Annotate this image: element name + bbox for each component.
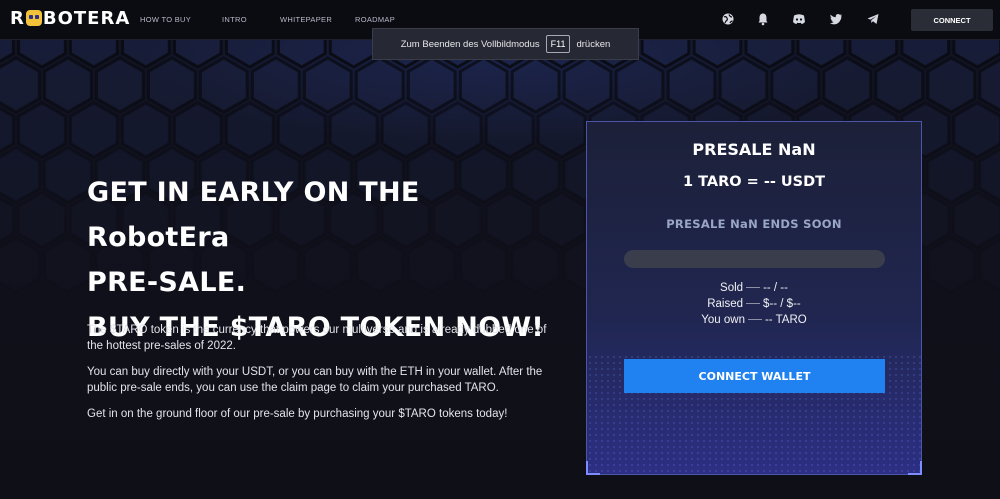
f11-key-badge: F11 — [545, 35, 571, 53]
hex-cell — [926, 236, 977, 294]
fullscreen-exit-tooltip: Zum Beenden des Vollbildmodus F11 drücke… — [372, 28, 639, 60]
tooltip-text-after: drücken — [576, 38, 611, 50]
hex-cell — [822, 56, 873, 114]
hex-cell — [302, 56, 353, 114]
hex-cell — [952, 191, 1000, 249]
presale-progress-bar — [624, 250, 885, 268]
hex-cell — [19, 283, 66, 337]
sold-label: Sold — [720, 282, 744, 294]
hero-paragraph-3: Get in on the ground floor of our pre-sa… — [87, 408, 508, 420]
hex-cell — [354, 56, 405, 114]
presale-ends-text: PRESALE NaN ENDS SOON — [666, 217, 842, 231]
bell-icon[interactable] — [756, 12, 770, 26]
raised-value: $-- / $-- — [763, 298, 801, 310]
hex-cell — [926, 146, 977, 204]
hex-cell — [276, 101, 327, 159]
hex-cell — [978, 148, 1000, 202]
hex-cell — [770, 56, 821, 114]
hero-paragraph-1: The $TARO token is the currency that pow… — [87, 324, 547, 352]
hex-cell — [43, 236, 93, 294]
nav-how-to-buy[interactable]: HOW TO BUY — [140, 15, 191, 24]
hex-cell — [954, 283, 1000, 337]
hero-paragraph-2: You can buy directly with your USDT, or … — [87, 366, 543, 394]
presale-stats: Sold -- / -- Raised $-- / $-- You own -- TA… — [587, 280, 921, 328]
hex-cell — [928, 328, 975, 382]
hex-cell — [0, 283, 13, 337]
hex-cell — [432, 101, 483, 159]
card-corner-left — [586, 461, 600, 475]
raised-label: Raised — [707, 298, 744, 310]
logo-text-left: R — [10, 8, 25, 29]
hex-cell — [173, 101, 223, 159]
twitter-icon[interactable] — [829, 12, 843, 26]
nav-intro[interactable]: INTRO — [222, 15, 247, 24]
hex-cell — [121, 101, 171, 159]
hex-cell — [484, 101, 535, 159]
headline-line-2: PRE-SALE. — [87, 267, 247, 298]
hex-cell — [45, 328, 92, 382]
connect-button[interactable]: CONNECT — [911, 9, 993, 31]
hex-cell — [69, 101, 119, 159]
globe-icon[interactable] — [721, 12, 735, 26]
hex-cell — [562, 56, 613, 114]
hex-cell — [510, 56, 561, 114]
nav-whitepaper[interactable]: WHITEPAPER — [280, 15, 332, 24]
owned-row: You own -- TARO — [587, 312, 921, 328]
discord-icon[interactable] — [792, 12, 806, 26]
hex-cell — [458, 56, 509, 114]
hex-cell — [0, 146, 41, 204]
hex-cell — [666, 56, 717, 114]
hex-cell — [874, 56, 925, 114]
hex-cell — [978, 238, 1000, 292]
presale-card: PRESALE NaN 1 TARO = -- USDT PRESALE NaN… — [586, 121, 922, 475]
hex-cell — [198, 56, 249, 114]
hex-cell — [980, 328, 1000, 382]
raised-row: Raised $-- / $-- — [587, 296, 921, 312]
sold-value: -- / -- — [763, 282, 788, 294]
hex-cell — [0, 328, 39, 382]
owned-value: -- TARO — [764, 314, 807, 326]
hex-cell — [95, 56, 145, 114]
sold-row: Sold -- / -- — [587, 280, 921, 296]
hex-cell — [328, 101, 379, 159]
hex-cell — [43, 146, 93, 204]
presale-title: PRESALE NaN — [692, 140, 816, 159]
hex-cell — [952, 101, 1000, 159]
hex-cell — [0, 56, 41, 114]
hex-cell — [17, 101, 67, 159]
token-rate: 1 TARO = -- USDT — [682, 174, 826, 190]
connect-wallet-button[interactable]: CONNECT WALLET — [624, 359, 885, 393]
tooltip-text-before: Zum Beenden des Vollbildmodus — [400, 38, 540, 50]
hex-cell — [250, 56, 301, 114]
hex-cell — [0, 107, 15, 153]
owned-label: You own — [701, 314, 745, 326]
hex-cell — [0, 236, 41, 294]
robotera-logo[interactable]: R BOTERA — [10, 8, 130, 29]
hex-cell — [224, 101, 275, 159]
hex-cell — [718, 56, 769, 114]
robot-face-icon — [25, 10, 42, 26]
headline-line-1: GET IN EARLY ON THE RobotEra — [87, 177, 420, 253]
nav-roadmap[interactable]: ROADMAP — [355, 15, 395, 24]
hex-cell — [17, 191, 67, 249]
hex-cell — [0, 197, 15, 243]
hero-section: GET IN EARLY ON THE RobotEra PRE-SALE. B… — [87, 170, 557, 420]
hex-cell — [978, 58, 1000, 112]
hex-cell — [406, 56, 457, 114]
hex-cell — [614, 56, 665, 114]
hex-cell — [147, 56, 197, 114]
hex-cell — [43, 56, 93, 114]
telegram-icon[interactable] — [866, 12, 880, 26]
hex-cell — [926, 56, 977, 114]
card-corner-right — [908, 461, 922, 475]
hex-cell — [380, 101, 431, 159]
hex-cell — [536, 101, 587, 159]
logo-text-right: BOTERA — [42, 8, 131, 29]
